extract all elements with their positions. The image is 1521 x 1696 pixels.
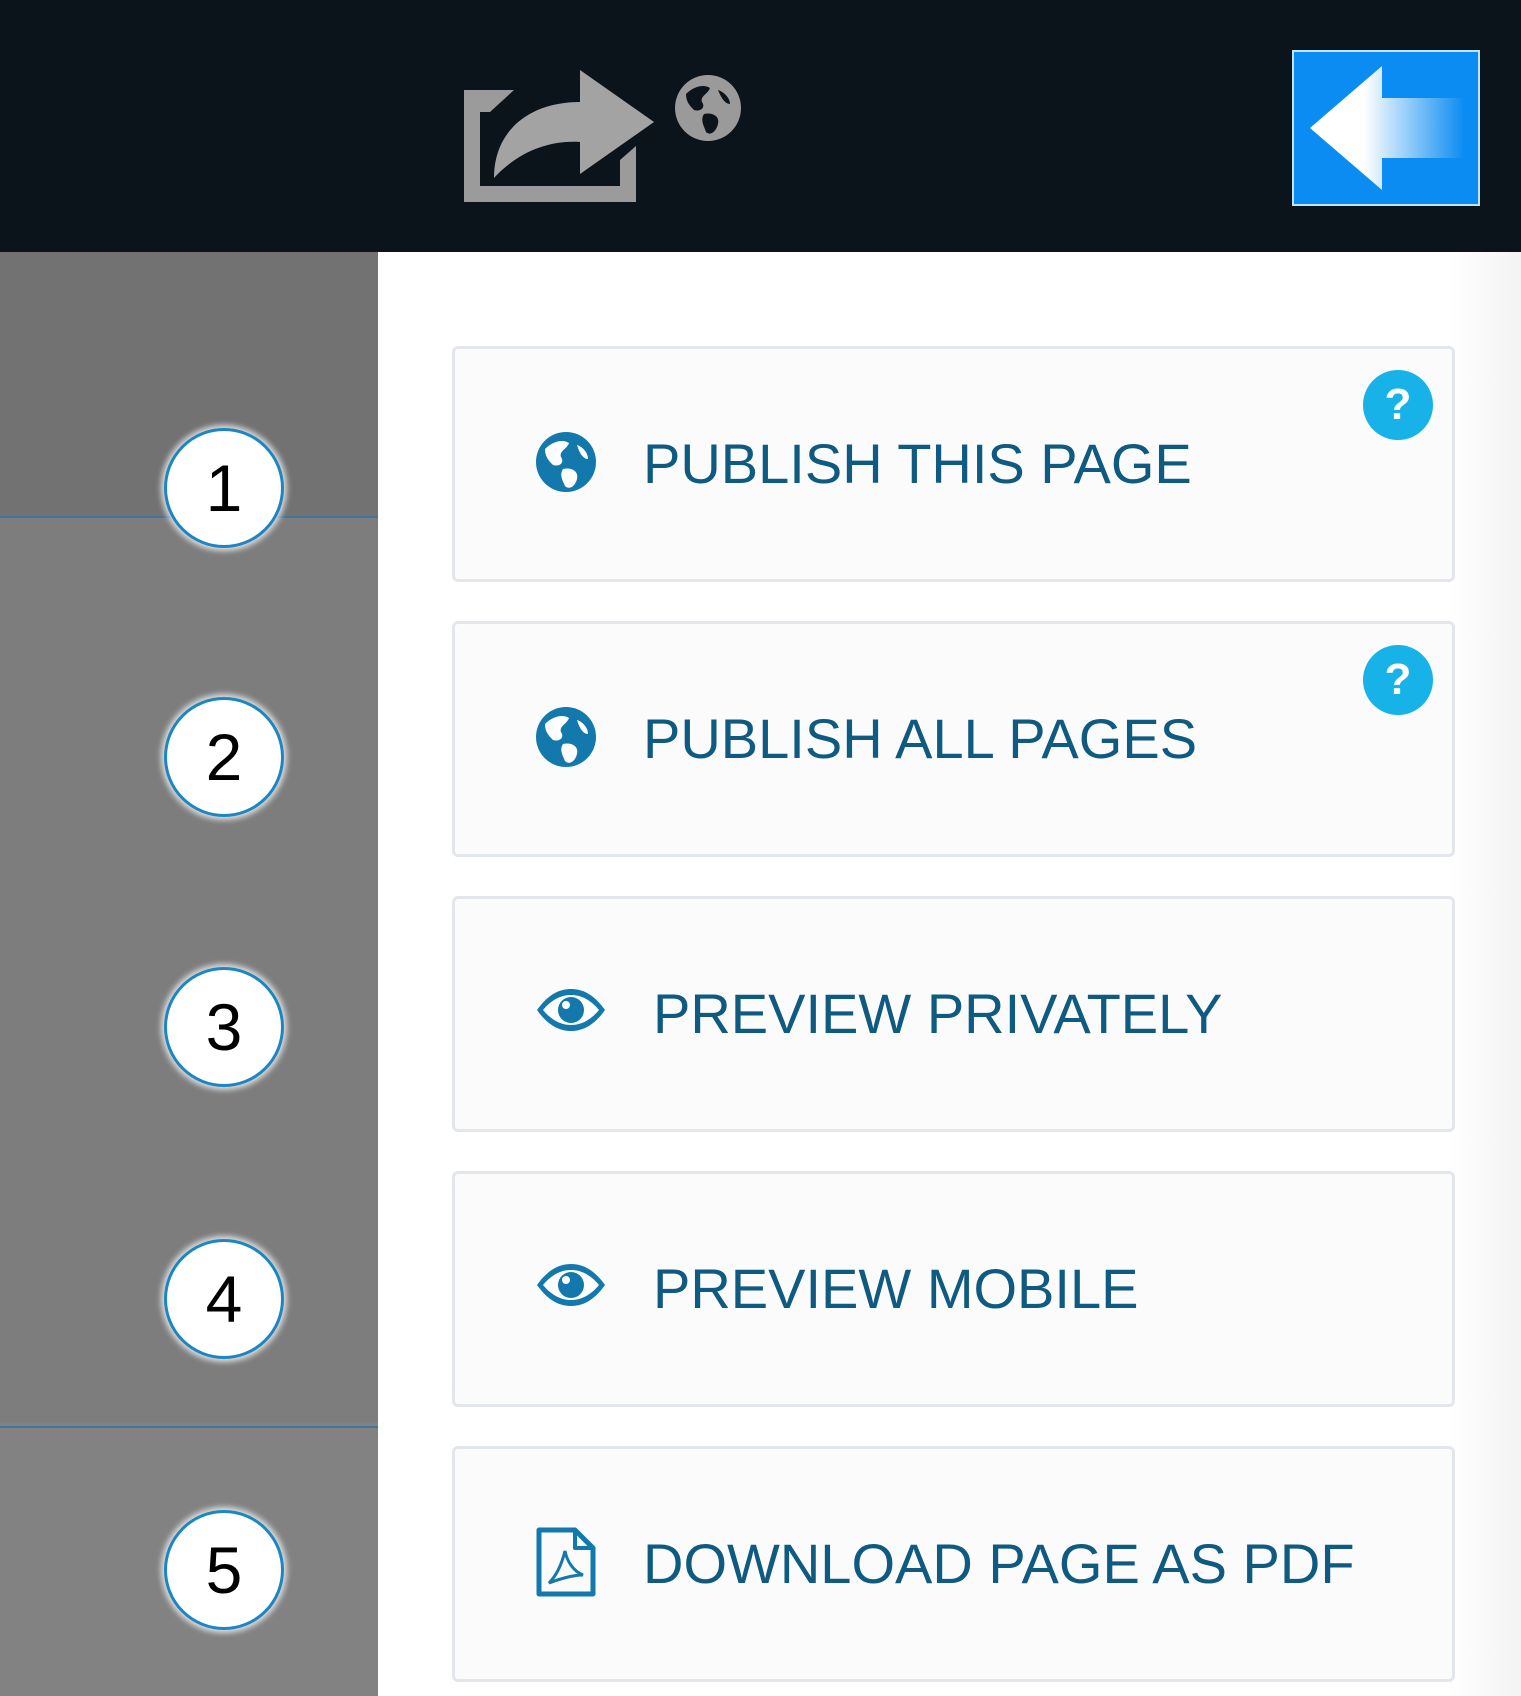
step-sidebar: 1 2 3 4 5 [0,252,378,1696]
preview-privately-label: PREVIEW PRIVATELY [653,982,1223,1045]
download-pdf-button[interactable]: DOWNLOAD PAGE AS PDF [452,1446,1455,1682]
help-icon[interactable]: ? [1362,644,1434,716]
step-badge-3: 3 [164,967,284,1087]
back-button[interactable] [1292,50,1480,206]
download-pdf-label: DOWNLOAD PAGE AS PDF [643,1532,1355,1595]
publish-all-pages-button[interactable]: PUBLISH ALL PAGES ? [452,621,1455,857]
publish-this-page-label: PUBLISH THIS PAGE [643,432,1192,495]
publish-this-page-button[interactable]: PUBLISH THIS PAGE ? [452,346,1455,582]
step-badge-1: 1 [164,428,284,548]
pdf-file-icon [536,1527,596,1597]
publish-all-pages-label: PUBLISH ALL PAGES [643,707,1198,770]
svg-text:?: ? [1385,380,1412,429]
sidebar-divider [0,1426,378,1428]
preview-mobile-button[interactable]: PREVIEW MOBILE [452,1171,1455,1407]
globe-icon [536,707,596,767]
preview-privately-button[interactable]: PREVIEW PRIVATELY [452,896,1455,1132]
step-badge-4: 4 [164,1239,284,1359]
top-bar [0,0,1521,252]
eye-icon [537,989,605,1031]
svg-text:?: ? [1385,655,1412,704]
step-badge-2: 2 [164,697,284,817]
preview-mobile-label: PREVIEW MOBILE [653,1257,1139,1320]
step-badge-5: 5 [164,1510,284,1630]
help-icon[interactable]: ? [1362,369,1434,441]
share-arrow-icon[interactable] [450,60,662,214]
globe-icon [536,432,596,492]
eye-icon [537,1264,605,1306]
arrow-left-icon [1310,66,1464,190]
globe-icon [675,75,741,141]
